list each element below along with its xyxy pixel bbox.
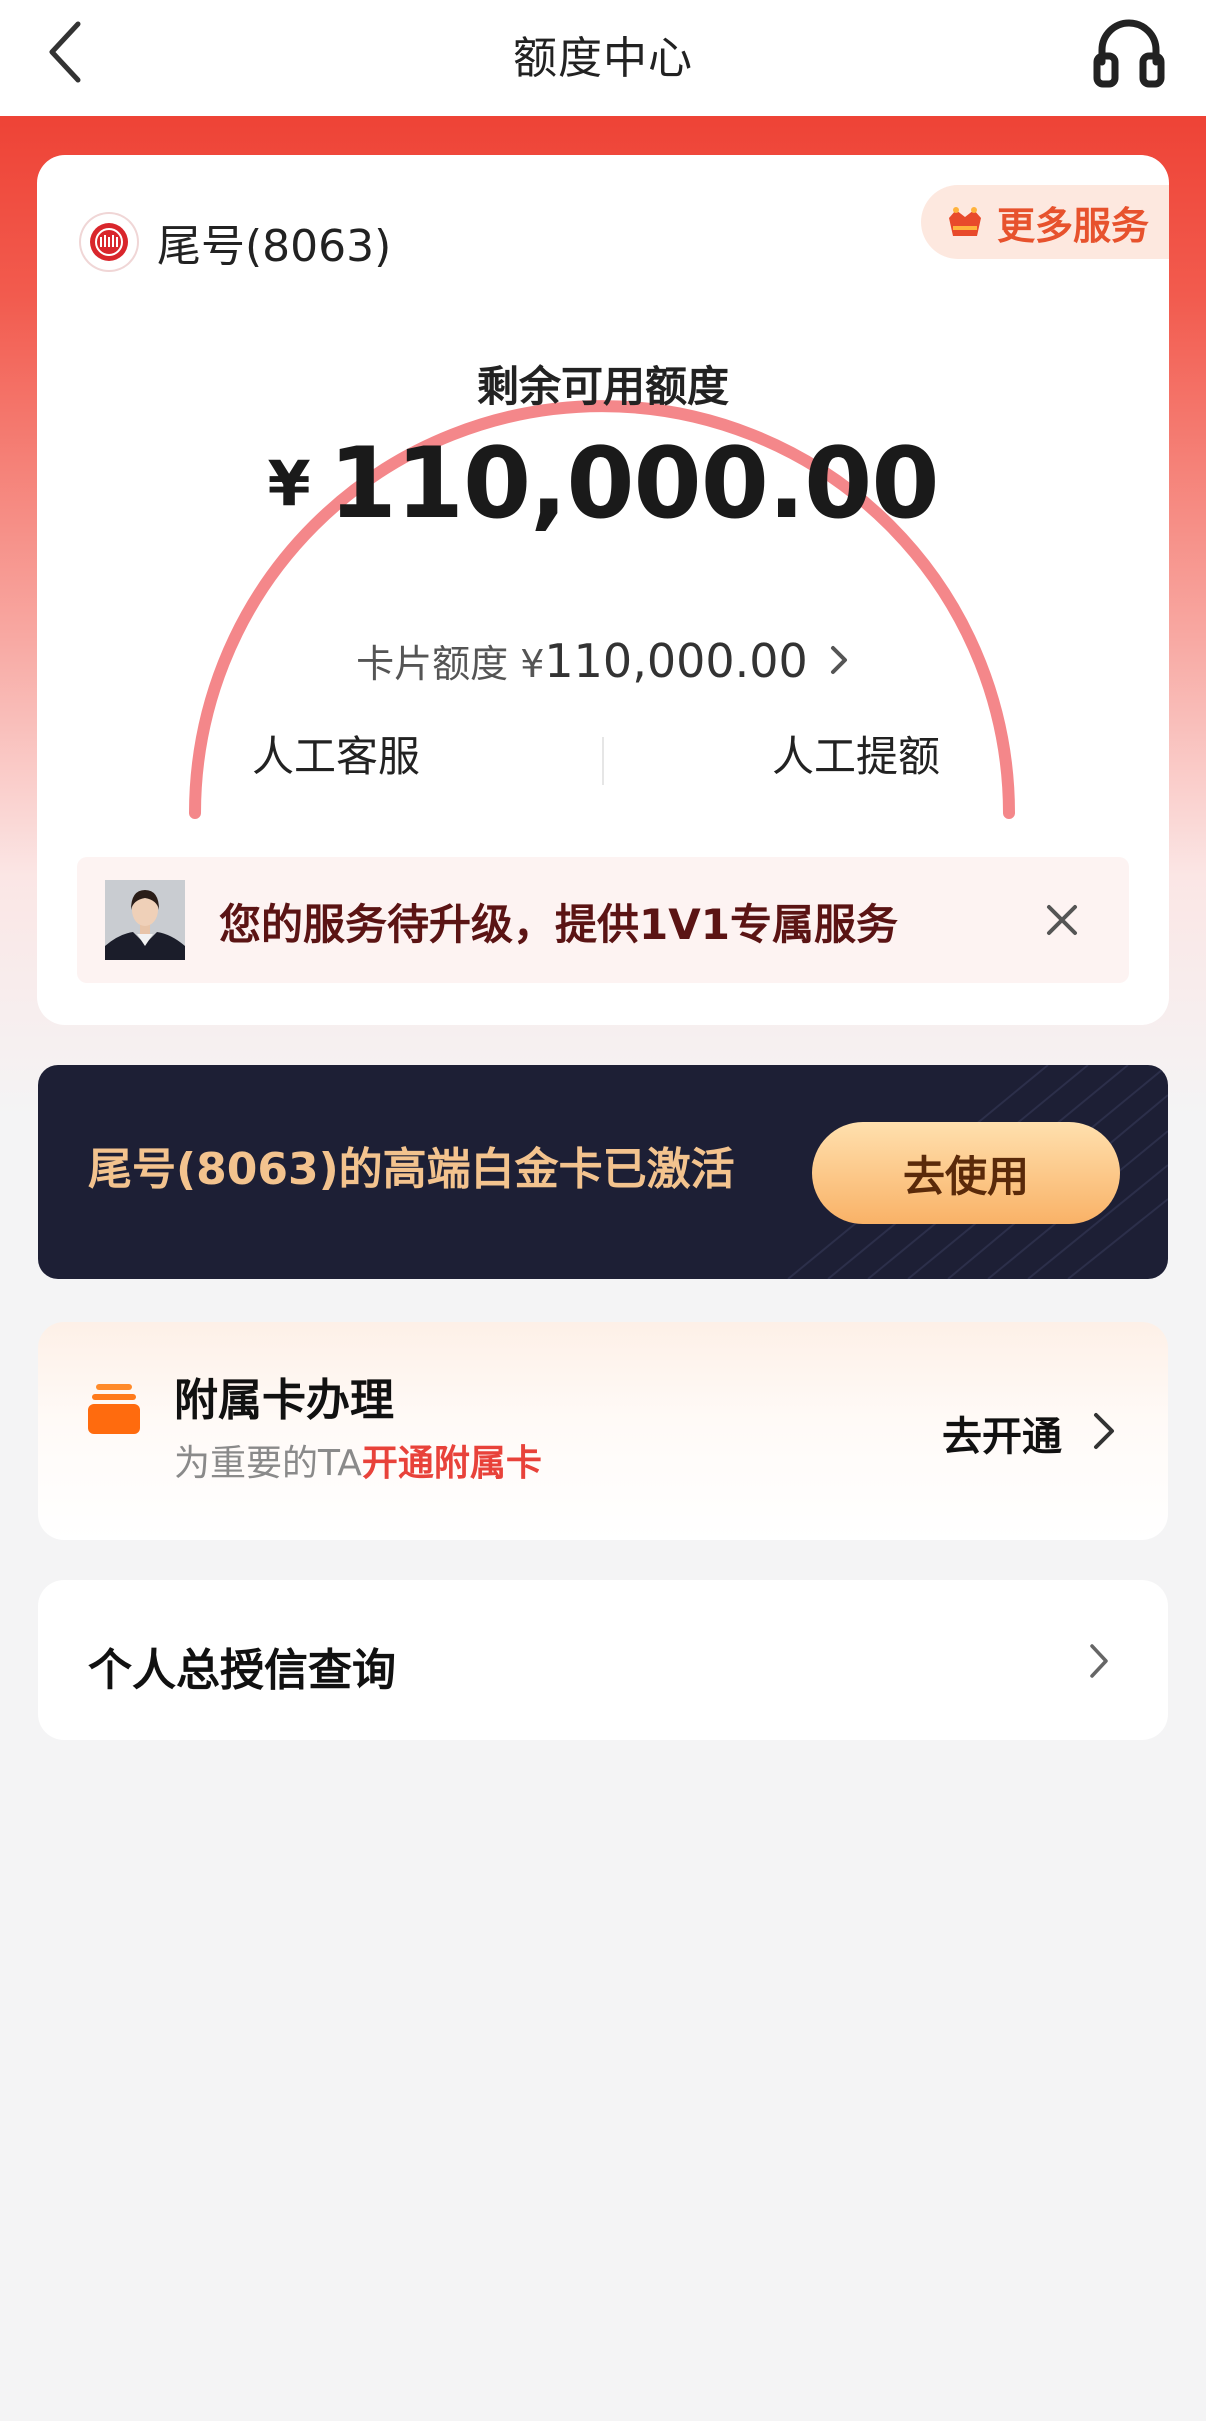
supplementary-card-title: 附属卡办理 xyxy=(174,1375,394,1426)
service-upgrade-banner[interactable]: 您的服务待升级，提供1V1专属服务 xyxy=(77,857,1129,983)
remaining-amount: ¥110,000.00 xyxy=(37,427,1169,541)
open-supplementary-button[interactable]: 去开通 xyxy=(942,1404,1062,1462)
platinum-card-banner[interactable]: 尾号(8063)的高端白金卡已激活 去使用 xyxy=(38,1065,1168,1279)
card-limit-label: 卡片额度 ¥ xyxy=(356,642,545,686)
upgrade-banner-text: 您的服务待升级，提供1V1专属服务 xyxy=(219,900,898,949)
close-icon[interactable] xyxy=(1043,901,1081,939)
supplementary-card-entry[interactable]: 附属卡办理 为重要的TA开通附属卡 去开通 xyxy=(38,1322,1168,1540)
remaining-amount-value: 110,000.00 xyxy=(328,427,940,541)
bank-logo xyxy=(81,214,137,270)
more-service-button[interactable]: 更多服务 xyxy=(921,185,1169,259)
supplementary-card-desc: 为重要的TA开通附属卡 xyxy=(174,1434,542,1486)
card-stack-icon xyxy=(88,1384,140,1434)
desc-prefix: 为重要的TA xyxy=(174,1443,362,1484)
chevron-right-icon xyxy=(1090,1644,1108,1678)
manual-limit-increase-button[interactable]: 人工提额 xyxy=(772,723,940,784)
page-title: 额度中心 xyxy=(513,33,693,84)
platinum-banner-text: 尾号(8063)的高端白金卡已激活 xyxy=(88,1144,735,1195)
quota-card: 尾号(8063) 更多服务 剩余可用额度 ¥110,000.00 卡片额度 ¥1… xyxy=(37,155,1169,1025)
manual-service-button[interactable]: 人工客服 xyxy=(252,723,420,784)
card-tail-label: 尾号(8063) xyxy=(157,221,392,272)
total-credit-query-label: 个人总授信查询 xyxy=(88,1645,396,1696)
action-divider xyxy=(602,737,604,785)
advisor-avatar xyxy=(105,880,185,960)
use-card-button[interactable]: 去使用 xyxy=(812,1122,1120,1224)
action-row: 人工客服 人工提额 xyxy=(37,723,1169,803)
currency-symbol: ¥ xyxy=(267,447,311,520)
card-limit-link[interactable]: 卡片额度 ¥110,000.00 xyxy=(37,633,1169,688)
crown-gift-icon xyxy=(949,207,981,236)
headset-icon[interactable] xyxy=(1092,16,1166,88)
card-limit-value: 110,000.00 xyxy=(544,634,808,688)
card-selector[interactable]: 尾号(8063) xyxy=(81,210,391,274)
remaining-limit-label: 剩余可用额度 xyxy=(476,362,729,411)
desc-highlight: 开通附属卡 xyxy=(361,1443,542,1484)
more-service-label: 更多服务 xyxy=(997,203,1150,248)
chevron-right-icon xyxy=(830,646,847,674)
top-nav-bar: 额度中心 xyxy=(0,0,1206,116)
chevron-right-icon xyxy=(1094,1413,1114,1449)
total-credit-query-row[interactable]: 个人总授信查询 xyxy=(38,1580,1168,1740)
